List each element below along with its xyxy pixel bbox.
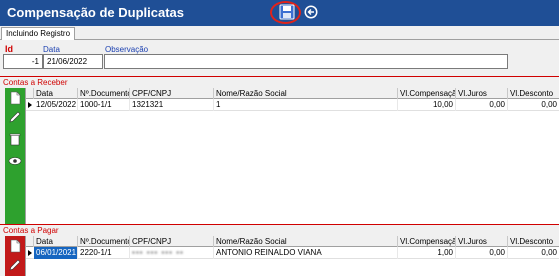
save-icon	[279, 4, 295, 20]
receber-grid[interactable]: Data Nº.Documento CPF/CNPJ Nome/Razão So…	[25, 88, 559, 224]
cell-desconto[interactable]: 0,00	[508, 247, 559, 259]
back-arrow-icon	[304, 5, 318, 19]
receber-view-button[interactable]	[8, 154, 22, 168]
tab-strip: Incluindo Registro	[0, 26, 559, 40]
receber-grid-header: Data Nº.Documento CPF/CNPJ Nome/Razão So…	[26, 88, 559, 99]
cell-data[interactable]: 06/01/2021	[34, 247, 78, 259]
table-row[interactable]: 12/05/2022 1000-1/1 1321321 1 10,00 0,00…	[26, 99, 559, 111]
cell-nome[interactable]: 1	[214, 99, 398, 111]
col-header-nome[interactable]: Nome/Razão Social	[214, 88, 398, 99]
col-header-compensacao[interactable]: Vl.Compensação	[398, 236, 456, 247]
pagar-edit-button[interactable]	[8, 258, 22, 272]
contas-receber-label: Contas a Receber	[3, 78, 68, 87]
trash-icon	[9, 133, 21, 146]
data-label: Data	[43, 45, 60, 54]
pagar-separator	[0, 224, 559, 225]
pagar-grid-header: Data Nº.Documento CPF/CNPJ Nome/Razão So…	[26, 236, 559, 247]
col-header-cpf[interactable]: CPF/CNPJ	[130, 236, 214, 247]
cell-desconto[interactable]: 0,00	[508, 99, 559, 111]
col-header-cpf[interactable]: CPF/CNPJ	[130, 88, 214, 99]
cell-nome[interactable]: ANTONIO REINALDO VIANA	[214, 247, 398, 259]
pencil-icon	[9, 111, 21, 123]
col-header-desconto[interactable]: Vl.Desconto	[508, 236, 559, 247]
col-header-desconto[interactable]: Vl.Desconto	[508, 88, 559, 99]
tab-incluindo-registro[interactable]: Incluindo Registro	[1, 27, 76, 40]
receber-separator	[0, 76, 559, 77]
pagar-toolbar	[5, 236, 25, 276]
receber-delete-button[interactable]	[8, 132, 22, 146]
row-indicator-icon	[26, 247, 34, 259]
id-field[interactable]: -1	[3, 54, 43, 69]
cell-data[interactable]: 12/05/2022	[34, 99, 78, 111]
cell-cpf[interactable]: ▪▪▪ ▪▪▪ ▪▪▪ ▪▪	[130, 247, 214, 259]
cell-compensacao[interactable]: 1,00	[398, 247, 456, 259]
cell-juros[interactable]: 0,00	[456, 99, 508, 111]
save-button[interactable]	[279, 4, 295, 20]
observacao-label: Observação	[105, 45, 149, 54]
col-header-documento[interactable]: Nº.Documento	[78, 88, 130, 99]
receber-edit-button[interactable]	[8, 110, 22, 124]
col-header-juros[interactable]: Vl.Juros	[456, 236, 508, 247]
id-label: Id	[5, 44, 13, 54]
data-field[interactable]: 21/06/2022	[43, 54, 103, 69]
title-bar: Compensação de Duplicatas	[0, 0, 559, 26]
new-document-icon	[10, 239, 21, 253]
pencil-icon	[9, 259, 21, 271]
col-header-juros[interactable]: Vl.Juros	[456, 88, 508, 99]
cell-cpf[interactable]: 1321321	[130, 99, 214, 111]
receber-new-button[interactable]	[8, 91, 22, 105]
cell-juros[interactable]: 0,00	[456, 247, 508, 259]
observacao-field[interactable]	[104, 54, 508, 69]
col-header-documento[interactable]: Nº.Documento	[78, 236, 130, 247]
col-header-data[interactable]: Data	[34, 236, 78, 247]
header-indicator	[26, 88, 34, 99]
row-indicator-icon	[26, 99, 34, 111]
col-header-compensacao[interactable]: Vl.Compensação	[398, 88, 456, 99]
back-button[interactable]	[303, 4, 319, 20]
col-header-data[interactable]: Data	[34, 88, 78, 99]
cell-documento[interactable]: 1000-1/1	[78, 99, 130, 111]
new-document-icon	[10, 91, 21, 105]
table-row[interactable]: 06/01/2021 2220-1/1 ▪▪▪ ▪▪▪ ▪▪▪ ▪▪ ANTON…	[26, 247, 559, 259]
pagar-grid[interactable]: Data Nº.Documento CPF/CNPJ Nome/Razão So…	[25, 236, 559, 276]
window-title: Compensação de Duplicatas	[7, 5, 184, 20]
col-header-nome[interactable]: Nome/Razão Social	[214, 236, 398, 247]
receber-toolbar	[5, 88, 25, 224]
pagar-new-button[interactable]	[8, 239, 22, 253]
header-indicator	[26, 236, 34, 247]
eye-icon	[8, 157, 22, 165]
redacted-cpf: ▪▪▪ ▪▪▪ ▪▪▪ ▪▪	[132, 248, 184, 257]
cell-documento[interactable]: 2220-1/1	[78, 247, 130, 259]
cell-compensacao[interactable]: 10,00	[398, 99, 456, 111]
contas-pagar-label: Contas a Pagar	[3, 226, 59, 235]
